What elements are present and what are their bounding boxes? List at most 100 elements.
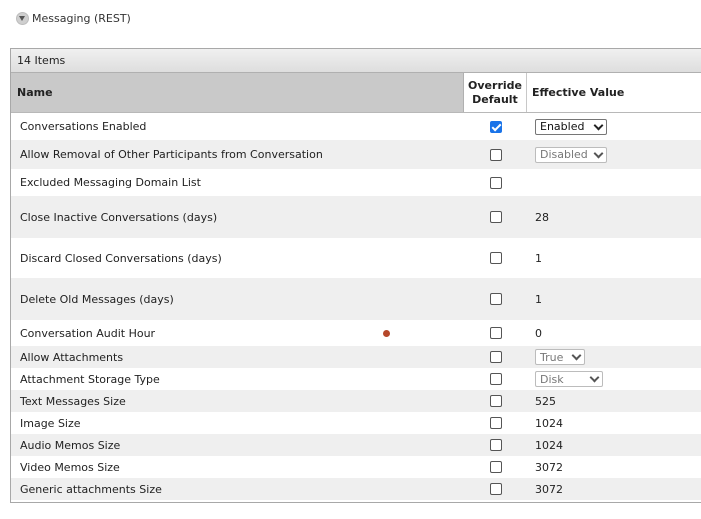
table-row: Conversation Audit Hour 0 bbox=[11, 320, 701, 346]
select-value: Disk bbox=[540, 372, 564, 386]
chevron-down-icon bbox=[593, 120, 604, 130]
effective-value-cell: 3072 bbox=[527, 483, 701, 496]
table-body: Conversations Enabled Enabled Allow Remova… bbox=[11, 113, 701, 500]
override-header-line1: Override bbox=[468, 78, 522, 92]
override-default-checkbox[interactable] bbox=[489, 120, 502, 133]
effective-value-cell: 1024 bbox=[527, 417, 701, 430]
setting-name: Audio Memos Size bbox=[20, 438, 121, 452]
collapse-arrow-icon[interactable] bbox=[16, 11, 29, 25]
override-default-checkbox[interactable] bbox=[489, 327, 502, 339]
effective-value-cell: 1 bbox=[527, 252, 701, 265]
setting-name: Generic attachments Size bbox=[20, 482, 162, 496]
table-row: Generic attachments Size 3072 bbox=[11, 478, 701, 500]
effective-value-cell: 28 bbox=[527, 211, 701, 224]
table-row: Video Memos Size 3072 bbox=[11, 456, 701, 478]
section-title: Messaging (REST) bbox=[32, 11, 131, 25]
table-row: Close Inactive Conversations (days) 28 bbox=[11, 196, 701, 238]
effective-value-cell: 0 bbox=[527, 327, 701, 340]
override-cell bbox=[464, 395, 527, 407]
column-header-row: Name Override Default Effective Value bbox=[11, 73, 701, 113]
table-row: Allow Removal of Other Participants from… bbox=[11, 140, 701, 169]
effective-value-cell: Disabled bbox=[527, 146, 701, 163]
effective-value-text: 1024 bbox=[535, 438, 563, 452]
override-cell bbox=[464, 293, 527, 305]
override-cell bbox=[464, 327, 527, 339]
setting-name: Discard Closed Conversations (days) bbox=[20, 251, 222, 265]
effective-value-select[interactable]: Disk bbox=[535, 371, 603, 387]
table-row: Delete Old Messages (days) 1 bbox=[11, 278, 701, 320]
chevron-down-icon bbox=[571, 350, 582, 361]
setting-name: Allow Removal of Other Participants from… bbox=[20, 148, 323, 161]
effective-value-text: 1 bbox=[535, 292, 542, 306]
override-cell bbox=[464, 176, 527, 189]
effective-value-text: 1024 bbox=[535, 416, 563, 430]
effective-value-text: 3072 bbox=[535, 482, 563, 496]
effective-value-text: 1 bbox=[535, 251, 542, 265]
item-count: 14 Items bbox=[17, 54, 66, 67]
override-default-checkbox[interactable] bbox=[489, 293, 502, 305]
override-cell bbox=[464, 461, 527, 473]
override-default-checkbox[interactable] bbox=[489, 483, 502, 495]
override-cell bbox=[464, 148, 527, 161]
override-cell bbox=[464, 211, 527, 223]
override-default-checkbox[interactable] bbox=[489, 252, 502, 264]
effective-value-cell: 3072 bbox=[527, 461, 701, 474]
item-count-bar: 14 Items bbox=[11, 49, 701, 73]
effective-value-select[interactable]: True bbox=[535, 349, 585, 365]
setting-name: Delete Old Messages (days) bbox=[20, 292, 174, 306]
override-default-checkbox[interactable] bbox=[489, 351, 502, 363]
select-value: Enabled bbox=[540, 120, 585, 133]
override-cell bbox=[464, 483, 527, 495]
effective-value-cell: Enabled bbox=[527, 118, 701, 135]
setting-name: Conversation Audit Hour bbox=[20, 326, 156, 340]
chevron-down-icon bbox=[589, 372, 600, 383]
setting-name: Conversations Enabled bbox=[20, 120, 147, 133]
effective-value-cell: 1 bbox=[527, 293, 701, 306]
setting-name: Image Size bbox=[20, 416, 81, 430]
setting-name: Video Memos Size bbox=[20, 460, 120, 474]
select-value: Disabled bbox=[540, 148, 588, 161]
chevron-down-icon bbox=[593, 148, 604, 158]
override-default-checkbox[interactable] bbox=[489, 176, 502, 189]
setting-name: Text Messages Size bbox=[20, 394, 126, 408]
settings-panel: 14 Items Name Override Default Effective … bbox=[10, 48, 701, 503]
effective-value-cell: True bbox=[527, 349, 701, 365]
override-default-checkbox[interactable] bbox=[489, 148, 502, 161]
table-row: Allow Attachments True bbox=[11, 346, 701, 368]
override-default-checkbox[interactable] bbox=[489, 417, 502, 429]
column-header-effective-value[interactable]: Effective Value bbox=[527, 73, 701, 112]
effective-value-cell: 1024 bbox=[527, 439, 701, 452]
column-header-name[interactable]: Name bbox=[11, 73, 464, 112]
effective-value-select[interactable]: Enabled bbox=[535, 118, 607, 135]
override-cell bbox=[464, 417, 527, 429]
table-row: Image Size 1024 bbox=[11, 412, 701, 434]
select-value: True bbox=[540, 350, 564, 364]
override-default-checkbox[interactable] bbox=[489, 461, 502, 473]
table-row: Discard Closed Conversations (days) 1 bbox=[11, 238, 701, 278]
effective-value-text: 3072 bbox=[535, 460, 563, 474]
table-row: Attachment Storage Type Disk bbox=[11, 368, 701, 390]
setting-name: Excluded Messaging Domain List bbox=[20, 176, 201, 189]
table-row: Text Messages Size 525 bbox=[11, 390, 701, 412]
table-row: Excluded Messaging Domain List bbox=[11, 169, 701, 196]
column-header-override-default[interactable]: Override Default bbox=[464, 73, 527, 112]
override-cell bbox=[464, 252, 527, 264]
effective-value-cell: 525 bbox=[527, 395, 701, 408]
setting-name: Close Inactive Conversations (days) bbox=[20, 210, 218, 224]
override-cell bbox=[464, 373, 527, 385]
effective-value-cell: Disk bbox=[527, 371, 701, 387]
status-dot-icon bbox=[383, 330, 390, 337]
section-header[interactable]: Messaging (REST) bbox=[16, 10, 131, 26]
effective-value-select[interactable]: Disabled bbox=[535, 146, 607, 163]
effective-value-text: 28 bbox=[535, 210, 549, 224]
override-default-checkbox[interactable] bbox=[489, 439, 502, 451]
table-row: Conversations Enabled Enabled bbox=[11, 113, 701, 140]
effective-value-text: 525 bbox=[535, 394, 556, 408]
override-cell bbox=[464, 120, 527, 133]
effective-value-text: 0 bbox=[535, 326, 542, 340]
override-default-checkbox[interactable] bbox=[489, 395, 502, 407]
override-cell bbox=[464, 351, 527, 363]
setting-name: Allow Attachments bbox=[20, 350, 124, 364]
override-default-checkbox[interactable] bbox=[489, 211, 502, 223]
override-default-checkbox[interactable] bbox=[489, 373, 502, 385]
